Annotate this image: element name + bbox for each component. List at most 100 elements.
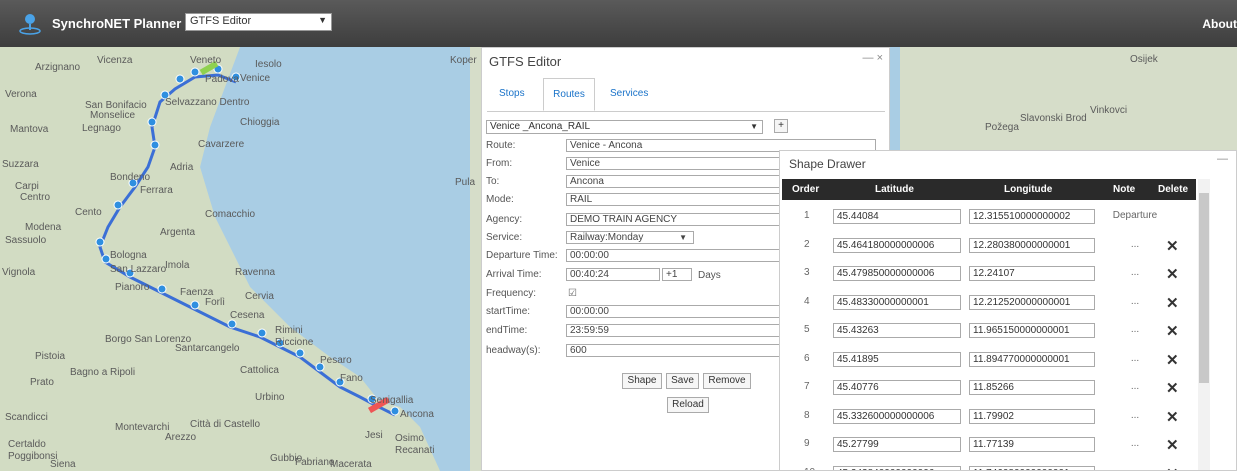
latitude-field[interactable]: 45.332600000000006 — [833, 408, 961, 424]
map-label: Montevarchi — [115, 422, 170, 433]
order-cell: 8 — [804, 409, 810, 421]
latitude-field[interactable]: 45.43263 — [833, 323, 961, 338]
order-cell: 5 — [804, 324, 810, 335]
longitude-field[interactable]: 11.894770000000001 — [969, 351, 1095, 367]
map-label: Verona — [5, 89, 37, 100]
map-label: Centro — [20, 192, 51, 203]
delete-icon[interactable]: ✕ — [1166, 237, 1179, 255]
longitude-field[interactable]: 11.85266 — [969, 380, 1095, 395]
map-label: Vinkovci — [1090, 105, 1128, 116]
map-label: Legnago — [82, 123, 121, 134]
end-time-label: endTime: — [486, 325, 528, 336]
delete-icon[interactable]: ✕ — [1166, 294, 1179, 312]
map-label: San Lazzaro — [110, 264, 167, 275]
add-route-button[interactable]: + — [774, 119, 788, 133]
map-label: Imola — [165, 260, 190, 271]
table-row: 2 45.464180000000006 12.280380000000001...… — [782, 232, 1196, 260]
map-label: Fabriano — [295, 457, 335, 468]
delete-icon[interactable]: ✕ — [1166, 465, 1179, 471]
agency-label: Agency: — [486, 214, 523, 225]
longitude-field[interactable]: 12.24107 — [969, 266, 1095, 281]
delete-icon[interactable]: ✕ — [1166, 379, 1179, 397]
map-label: Pesaro — [320, 355, 352, 366]
days-label: Days — [698, 270, 721, 281]
panel-title: Shape Drawer — [789, 157, 866, 171]
table-row: 4 45.48330000000001 12.212520000000001... ✕ — [782, 289, 1196, 317]
order-cell: 2 — [804, 238, 810, 250]
map-label: Senigallia — [370, 395, 414, 406]
map-label: Fano — [340, 373, 363, 384]
arrival-time-field[interactable]: 00:40:24 — [566, 268, 660, 281]
minimize-button[interactable]: — — [1217, 153, 1228, 165]
about-link[interactable]: About — [1202, 17, 1237, 31]
mode-field[interactable]: RAIL — [566, 193, 796, 206]
editor-select[interactable]: GTFS Editor ▼ — [185, 13, 332, 31]
remove-button[interactable]: Remove — [703, 373, 751, 389]
latitude-field[interactable]: 45.479850000000006 — [833, 266, 961, 281]
map-label: Prato — [30, 377, 54, 388]
from-field[interactable]: Venice — [566, 157, 796, 170]
arrival-days-field[interactable]: +1 — [662, 268, 692, 281]
agency-field[interactable]: DEMO TRAIN AGENCY — [566, 213, 796, 226]
map-label: Bologna — [110, 250, 147, 261]
to-field[interactable]: Ancona — [566, 175, 796, 188]
latitude-field[interactable]: 45.48330000000001 — [833, 294, 961, 310]
scrollbar[interactable] — [1198, 179, 1210, 470]
route-select[interactable]: Venice _Ancona_RAIL ▼ — [486, 120, 763, 134]
latitude-field[interactable]: 45.44084 — [833, 209, 961, 224]
table-row: 9 45.27799 11.77139... ✕ — [782, 431, 1196, 459]
delete-icon[interactable]: ✕ — [1166, 351, 1179, 369]
tab-routes[interactable]: Routes — [543, 78, 595, 111]
mode-label: Mode: — [486, 194, 514, 205]
departure-time-field[interactable]: 00:00:00 — [566, 249, 796, 262]
latitude-field[interactable]: 45.41895 — [833, 351, 961, 367]
map-label: Monselice — [90, 110, 136, 121]
map-label: Cattolica — [240, 365, 279, 376]
longitude-field[interactable]: 11.965150000000001 — [969, 323, 1095, 338]
delete-icon[interactable]: ✕ — [1166, 436, 1179, 454]
shape-drawer-panel: Shape Drawer — Order Latitude Longitude … — [779, 150, 1237, 471]
scrollbar-thumb[interactable] — [1199, 193, 1209, 383]
save-button[interactable]: Save — [666, 373, 699, 389]
delete-icon[interactable]: ✕ — [1166, 408, 1179, 426]
longitude-field[interactable]: 11.77139 — [969, 437, 1095, 452]
service-select[interactable]: Railway:Monday ▼ — [566, 231, 694, 244]
map-label: Cavarzere — [198, 139, 245, 150]
order-cell: 4 — [804, 295, 810, 307]
shape-button[interactable]: Shape — [622, 373, 662, 389]
latitude-field[interactable]: 45.27799 — [833, 437, 961, 452]
tab-stops[interactable]: Stops — [499, 88, 525, 99]
tab-services[interactable]: Services — [610, 88, 648, 99]
editor-select-value: GTFS Editor — [190, 15, 252, 27]
longitude-field[interactable]: 11.79902 — [969, 408, 1095, 424]
longitude-field[interactable]: 11.746080000000001 — [969, 465, 1095, 470]
note-cell: Departure — [1112, 210, 1158, 221]
map-label: Modena — [25, 222, 62, 233]
latitude-field[interactable]: 45.464180000000006 — [833, 237, 961, 253]
map-label: Santarcangelo — [175, 343, 240, 354]
order-cell: 3 — [804, 267, 810, 278]
window-controls[interactable]: — × — [863, 52, 883, 64]
delete-icon[interactable]: ✕ — [1166, 265, 1179, 283]
map-label: Macerata — [330, 459, 372, 470]
longitude-field[interactable]: 12.280380000000001 — [969, 237, 1095, 253]
end-time-field[interactable]: 23:59:59 — [566, 324, 796, 337]
delete-icon[interactable]: ✕ — [1166, 322, 1179, 340]
frequency-checkbox[interactable]: ☑ — [568, 288, 577, 299]
start-time-field[interactable]: 00:00:00 — [566, 305, 796, 318]
top-bar: SynchroNET Planner GTFS Editor ▼ About — [0, 0, 1237, 47]
map-label: Selvazzano Dentro — [165, 97, 250, 108]
table-row: 1 45.44084 12.315510000000002 Departure — [782, 203, 1196, 231]
order-cell: 1 — [804, 210, 810, 221]
headway-field[interactable]: 600 — [566, 344, 796, 357]
order-cell: 10 — [804, 467, 815, 471]
longitude-field[interactable]: 12.212520000000001 — [969, 294, 1095, 310]
table-row: 8 45.332600000000006 11.79902... ✕ — [782, 403, 1196, 431]
longitude-field[interactable]: 12.315510000000002 — [969, 209, 1095, 224]
map-label: Osijek — [1130, 54, 1158, 65]
map-label: Bagno a Ripoli — [70, 367, 136, 378]
table-row: 3 45.479850000000006 12.24107... ✕ — [782, 260, 1196, 288]
reload-button[interactable]: Reload — [667, 397, 709, 413]
latitude-field[interactable]: 45.243840000000006 — [833, 465, 961, 470]
latitude-field[interactable]: 45.40776 — [833, 380, 961, 395]
